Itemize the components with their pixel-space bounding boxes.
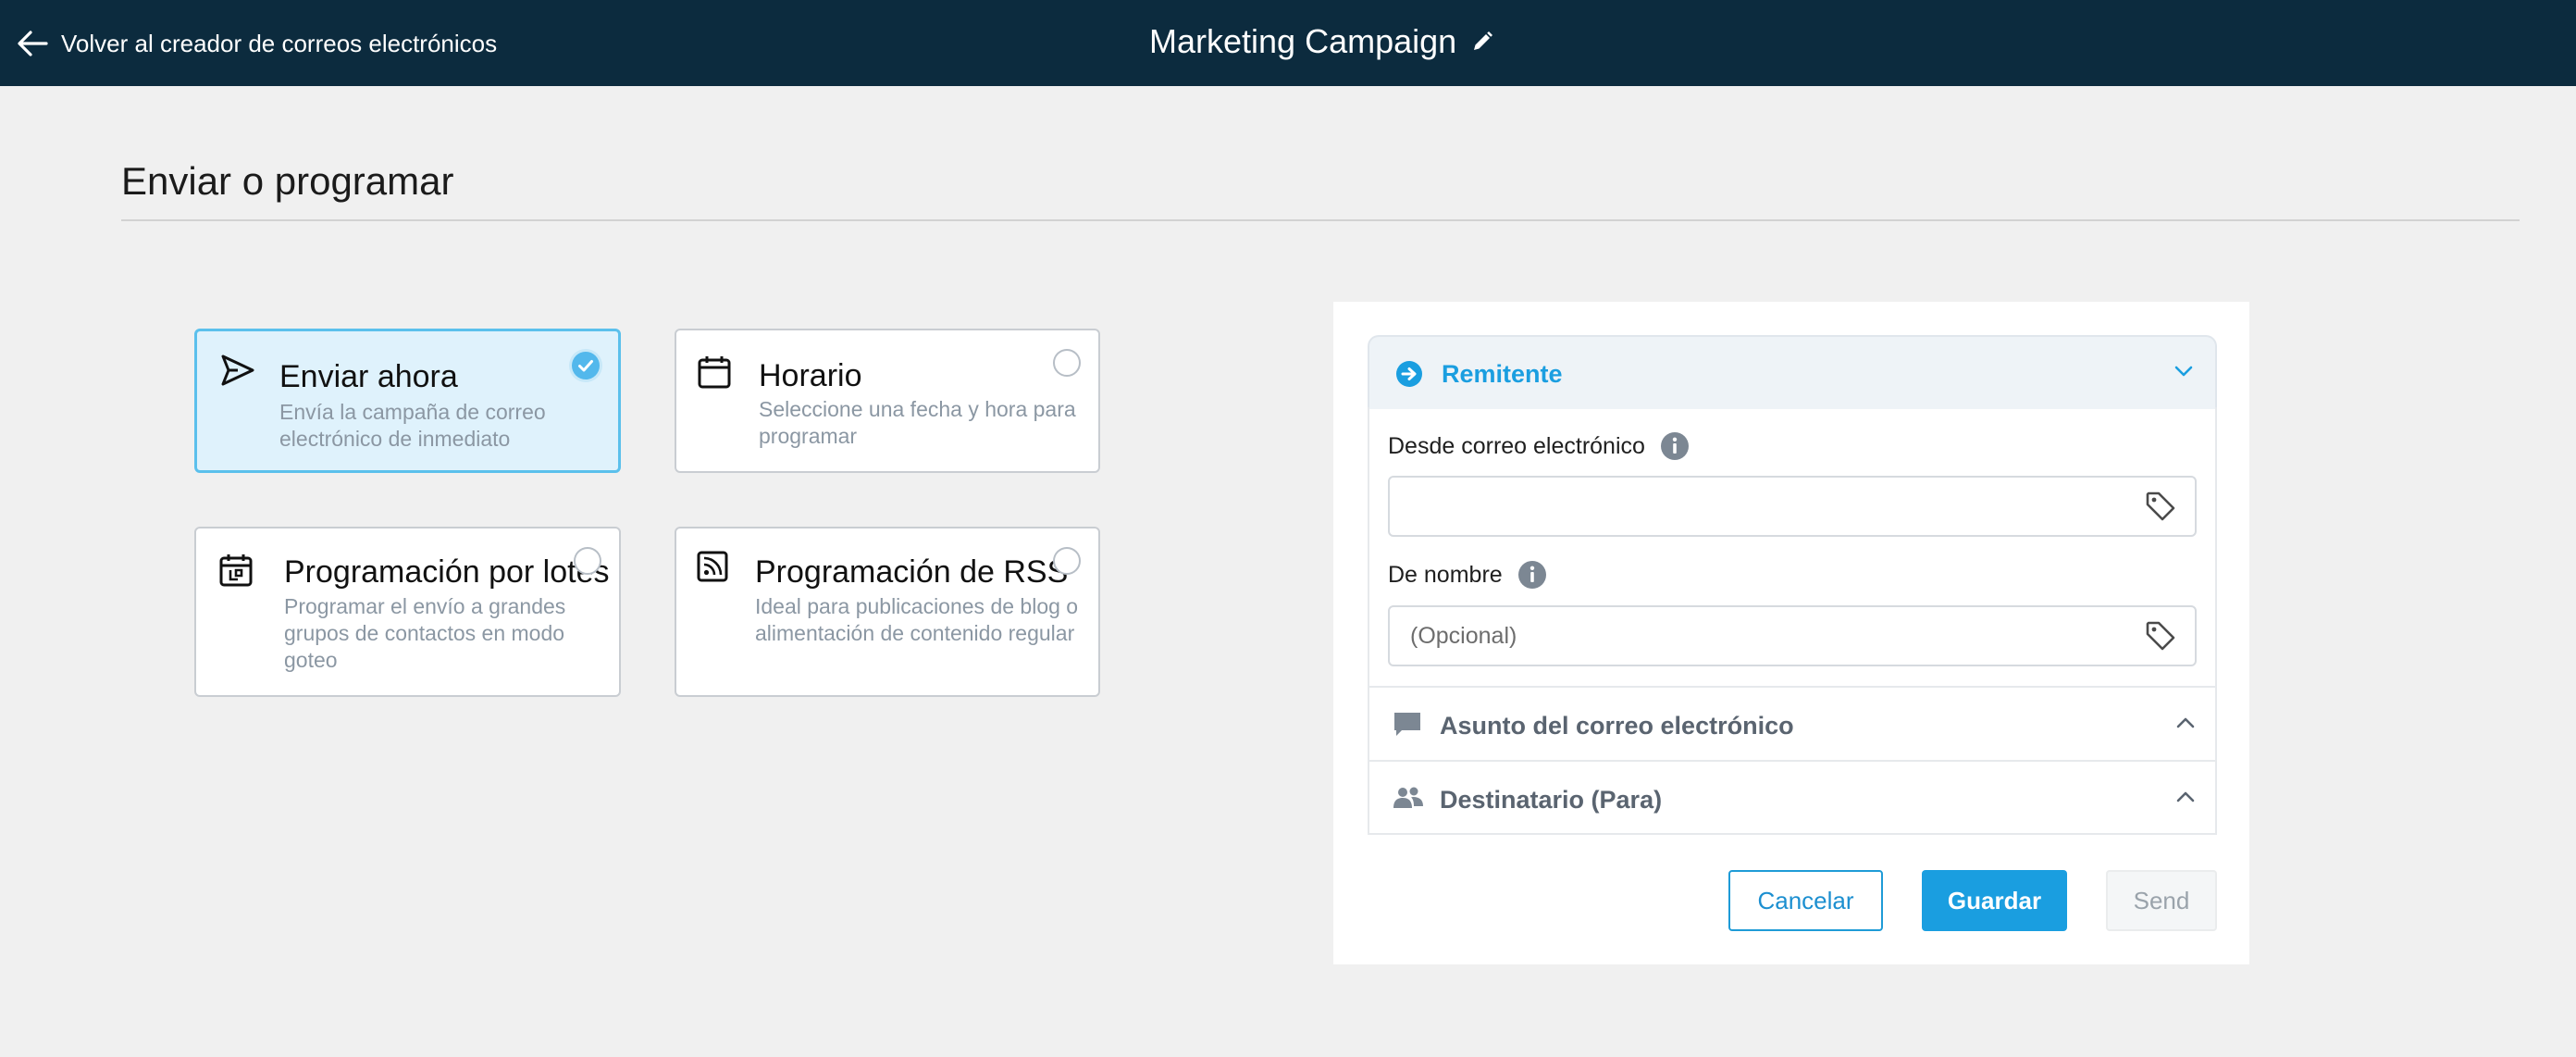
section-sender-header[interactable]: Remitente — [1368, 335, 2217, 409]
option-description: Envía la campaña de correo electrónico d… — [279, 400, 546, 451]
radio-selected[interactable] — [572, 352, 600, 379]
from-name-label: De nombre — [1388, 561, 1503, 588]
info-icon[interactable] — [1517, 560, 1547, 590]
option-description: Seleccione una fecha y hora para program… — [759, 397, 1076, 448]
option-title: Horario — [759, 358, 862, 393]
option-description: Programar el envío a grandes grupos de c… — [284, 594, 566, 672]
message-icon — [1393, 712, 1421, 742]
option-send-now[interactable]: Enviar ahora Envía la campaña de correo … — [194, 329, 621, 473]
option-title: Programación de RSS — [755, 554, 1069, 590]
save-button[interactable]: Guardar — [1922, 870, 2067, 931]
heading-divider — [121, 219, 2520, 221]
batch-calendar-icon — [218, 553, 254, 592]
from-name-field-label: De nombre — [1388, 560, 1547, 590]
rss-icon — [697, 551, 728, 587]
campaign-title: Marketing Campaign — [1149, 22, 1457, 60]
back-to-builder-button[interactable]: Volver al creador de correos electrónico… — [15, 20, 497, 67]
from-email-field-label: Desde correo electrónico — [1388, 431, 1690, 461]
top-bar: Volver al creador de correos electrónico… — [0, 0, 2576, 86]
pencil-icon[interactable] — [1471, 31, 1493, 53]
people-icon — [1393, 786, 1423, 815]
option-description: Ideal para publicaciones de blog o alime… — [755, 594, 1079, 645]
from-email-input[interactable] — [1388, 476, 2197, 537]
section-subject-header[interactable]: Asunto del correo electrónico — [1368, 688, 2217, 760]
back-label: Volver al creador de correos electrónico… — [61, 29, 498, 57]
section-recipient-label: Destinatario (Para) — [1440, 786, 1663, 814]
from-name-input[interactable] — [1388, 605, 2197, 666]
option-schedule[interactable]: Horario Seleccione una fecha y hora para… — [675, 329, 1100, 473]
info-icon[interactable] — [1660, 431, 1690, 461]
section-sender-label: Remitente — [1442, 360, 1563, 388]
option-rss-schedule[interactable]: Programación de RSS Ideal para publicaci… — [675, 527, 1100, 697]
page-title: Enviar o programar — [121, 159, 454, 203]
send-button[interactable]: Send — [2106, 870, 2217, 931]
calendar-icon — [697, 354, 732, 394]
arrow-left-icon — [15, 26, 50, 61]
section-recipient-header[interactable]: Destinatario (Para) — [1368, 762, 2217, 834]
cancel-button[interactable]: Cancelar — [1728, 870, 1883, 931]
option-batch-schedule[interactable]: Programación por lotes Programar el enví… — [194, 527, 621, 697]
radio-unselected[interactable] — [574, 547, 601, 575]
chevron-up-icon — [2176, 716, 2195, 734]
tag-icon[interactable] — [2145, 491, 2176, 527]
campaign-title-area: Marketing Campaign — [1149, 19, 1493, 65]
chevron-up-icon — [2176, 790, 2195, 808]
radio-unselected[interactable] — [1053, 547, 1081, 575]
from-email-label: Desde correo electrónico — [1388, 432, 1645, 459]
option-title: Programación por lotes — [284, 554, 610, 590]
tag-icon[interactable] — [2145, 620, 2176, 656]
option-title: Enviar ahora — [279, 359, 458, 394]
radio-unselected[interactable] — [1053, 349, 1081, 377]
arrow-circle-right-icon — [1395, 360, 1423, 392]
chevron-down-icon — [2174, 365, 2193, 382]
send-icon — [219, 352, 256, 393]
section-subject-label: Asunto del correo electrónico — [1440, 712, 1794, 740]
